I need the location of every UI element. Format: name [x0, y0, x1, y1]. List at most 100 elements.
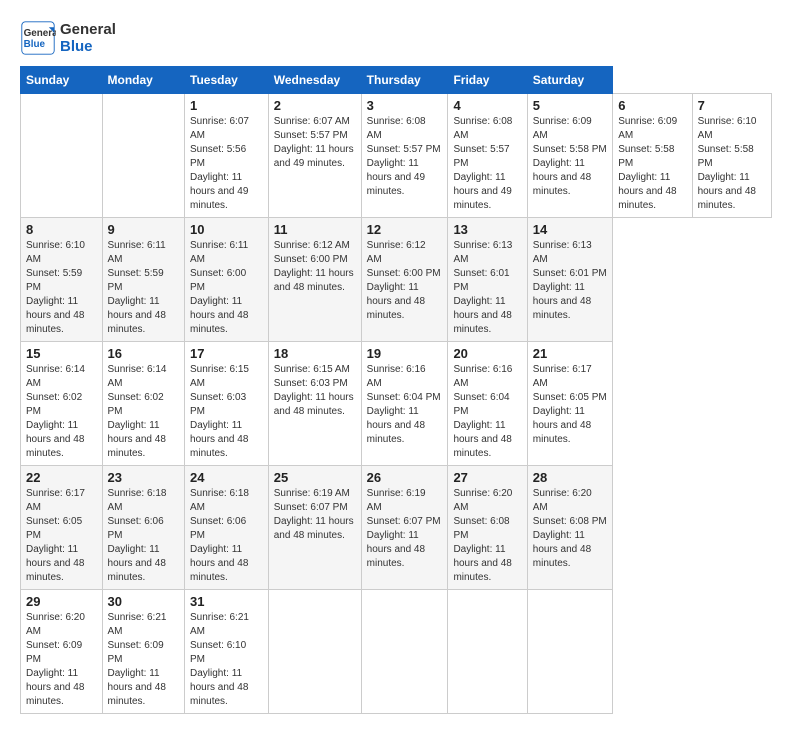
day-number: 6	[618, 98, 686, 113]
calendar-week-row: 22 Sunrise: 6:17 AMSunset: 6:05 PMDaylig…	[21, 466, 772, 590]
calendar-week-row: 15 Sunrise: 6:14 AMSunset: 6:02 PMDaylig…	[21, 342, 772, 466]
day-info: Sunrise: 6:18 AMSunset: 6:06 PMDaylight:…	[190, 488, 249, 583]
day-number: 15	[26, 346, 97, 361]
calendar-day-cell: 18 Sunrise: 6:15 AMSunset: 6:03 PMDaylig…	[268, 342, 361, 466]
day-info: Sunrise: 6:10 AMSunset: 5:59 PMDaylight:…	[26, 240, 85, 335]
calendar-day-cell: 13 Sunrise: 6:13 AMSunset: 6:01 PMDaylig…	[448, 218, 527, 342]
day-number: 26	[367, 470, 443, 485]
calendar-day-cell: 27 Sunrise: 6:20 AMSunset: 6:08 PMDaylig…	[448, 466, 527, 590]
calendar-day-cell: 2 Sunrise: 6:07 AMSunset: 5:57 PMDayligh…	[268, 94, 361, 218]
day-number: 5	[533, 98, 607, 113]
svg-text:Blue: Blue	[24, 39, 46, 50]
day-info: Sunrise: 6:12 AMSunset: 6:00 PMDaylight:…	[367, 240, 441, 321]
calendar-day-cell: 20 Sunrise: 6:16 AMSunset: 6:04 PMDaylig…	[448, 342, 527, 466]
day-info: Sunrise: 6:13 AMSunset: 6:01 PMDaylight:…	[533, 240, 607, 321]
calendar-header-monday: Monday	[102, 67, 185, 94]
calendar-day-cell: 3 Sunrise: 6:08 AMSunset: 5:57 PMDayligh…	[361, 94, 448, 218]
day-info: Sunrise: 6:16 AMSunset: 6:04 PMDaylight:…	[367, 364, 441, 445]
calendar-day-cell: 17 Sunrise: 6:15 AMSunset: 6:03 PMDaylig…	[185, 342, 269, 466]
day-number: 28	[533, 470, 607, 485]
day-info: Sunrise: 6:20 AMSunset: 6:08 PMDaylight:…	[533, 488, 607, 569]
day-number: 9	[108, 222, 180, 237]
calendar-body: 1 Sunrise: 6:07 AMSunset: 5:56 PMDayligh…	[21, 94, 772, 714]
calendar-day-cell: 19 Sunrise: 6:16 AMSunset: 6:04 PMDaylig…	[361, 342, 448, 466]
calendar-day-cell: 25 Sunrise: 6:19 AMSunset: 6:07 PMDaylig…	[268, 466, 361, 590]
calendar-header-row: SundayMondayTuesdayWednesdayThursdayFrid…	[21, 67, 772, 94]
day-info: Sunrise: 6:19 AMSunset: 6:07 PMDaylight:…	[274, 488, 354, 541]
calendar-day-cell: 16 Sunrise: 6:14 AMSunset: 6:02 PMDaylig…	[102, 342, 185, 466]
calendar-day-cell: 7 Sunrise: 6:10 AMSunset: 5:58 PMDayligh…	[692, 94, 771, 218]
calendar-week-row: 1 Sunrise: 6:07 AMSunset: 5:56 PMDayligh…	[21, 94, 772, 218]
calendar-day-cell: 15 Sunrise: 6:14 AMSunset: 6:02 PMDaylig…	[21, 342, 103, 466]
calendar-day-cell: 9 Sunrise: 6:11 AMSunset: 5:59 PMDayligh…	[102, 218, 185, 342]
day-number: 1	[190, 98, 263, 113]
day-number: 7	[698, 98, 766, 113]
day-info: Sunrise: 6:09 AMSunset: 5:58 PMDaylight:…	[533, 116, 607, 197]
calendar-day-cell: 4 Sunrise: 6:08 AMSunset: 5:57 PMDayligh…	[448, 94, 527, 218]
day-number: 25	[274, 470, 356, 485]
calendar-header-tuesday: Tuesday	[185, 67, 269, 94]
calendar-day-cell: 28 Sunrise: 6:20 AMSunset: 6:08 PMDaylig…	[527, 466, 612, 590]
day-info: Sunrise: 6:08 AMSunset: 5:57 PMDaylight:…	[367, 116, 441, 197]
calendar-day-cell: 31 Sunrise: 6:21 AMSunset: 6:10 PMDaylig…	[185, 590, 269, 714]
day-info: Sunrise: 6:20 AMSunset: 6:09 PMDaylight:…	[26, 612, 85, 707]
page-header: General Blue General Blue	[20, 20, 772, 56]
day-number: 22	[26, 470, 97, 485]
calendar-week-row: 8 Sunrise: 6:10 AMSunset: 5:59 PMDayligh…	[21, 218, 772, 342]
day-info: Sunrise: 6:20 AMSunset: 6:08 PMDaylight:…	[453, 488, 512, 583]
day-number: 10	[190, 222, 263, 237]
day-number: 13	[453, 222, 521, 237]
empty-cell	[21, 94, 103, 218]
empty-cell	[361, 590, 448, 714]
calendar-day-cell: 23 Sunrise: 6:18 AMSunset: 6:06 PMDaylig…	[102, 466, 185, 590]
day-info: Sunrise: 6:15 AMSunset: 6:03 PMDaylight:…	[190, 364, 249, 459]
day-number: 23	[108, 470, 180, 485]
day-number: 17	[190, 346, 263, 361]
day-number: 2	[274, 98, 356, 113]
day-number: 3	[367, 98, 443, 113]
calendar-header-wednesday: Wednesday	[268, 67, 361, 94]
calendar-day-cell: 22 Sunrise: 6:17 AMSunset: 6:05 PMDaylig…	[21, 466, 103, 590]
day-info: Sunrise: 6:21 AMSunset: 6:10 PMDaylight:…	[190, 612, 249, 707]
day-info: Sunrise: 6:11 AMSunset: 6:00 PMDaylight:…	[190, 240, 248, 335]
calendar-day-cell: 11 Sunrise: 6:12 AMSunset: 6:00 PMDaylig…	[268, 218, 361, 342]
day-number: 29	[26, 594, 97, 609]
calendar-day-cell: 21 Sunrise: 6:17 AMSunset: 6:05 PMDaylig…	[527, 342, 612, 466]
day-info: Sunrise: 6:17 AMSunset: 6:05 PMDaylight:…	[533, 364, 607, 445]
day-info: Sunrise: 6:18 AMSunset: 6:06 PMDaylight:…	[108, 488, 167, 583]
calendar-day-cell: 8 Sunrise: 6:10 AMSunset: 5:59 PMDayligh…	[21, 218, 103, 342]
day-number: 31	[190, 594, 263, 609]
day-info: Sunrise: 6:16 AMSunset: 6:04 PMDaylight:…	[453, 364, 512, 459]
calendar-day-cell: 30 Sunrise: 6:21 AMSunset: 6:09 PMDaylig…	[102, 590, 185, 714]
day-number: 11	[274, 222, 356, 237]
svg-text:General: General	[24, 28, 56, 39]
day-info: Sunrise: 6:14 AMSunset: 6:02 PMDaylight:…	[108, 364, 167, 459]
calendar-header-saturday: Saturday	[527, 67, 612, 94]
calendar-day-cell: 29 Sunrise: 6:20 AMSunset: 6:09 PMDaylig…	[21, 590, 103, 714]
day-number: 19	[367, 346, 443, 361]
calendar-day-cell: 5 Sunrise: 6:09 AMSunset: 5:58 PMDayligh…	[527, 94, 612, 218]
day-info: Sunrise: 6:21 AMSunset: 6:09 PMDaylight:…	[108, 612, 167, 707]
day-number: 30	[108, 594, 180, 609]
day-info: Sunrise: 6:17 AMSunset: 6:05 PMDaylight:…	[26, 488, 85, 583]
day-number: 18	[274, 346, 356, 361]
day-info: Sunrise: 6:13 AMSunset: 6:01 PMDaylight:…	[453, 240, 512, 335]
logo-text: General Blue	[60, 21, 116, 55]
day-number: 27	[453, 470, 521, 485]
day-number: 4	[453, 98, 521, 113]
day-info: Sunrise: 6:07 AMSunset: 5:57 PMDaylight:…	[274, 116, 354, 169]
day-info: Sunrise: 6:19 AMSunset: 6:07 PMDaylight:…	[367, 488, 441, 569]
day-number: 14	[533, 222, 607, 237]
day-info: Sunrise: 6:08 AMSunset: 5:57 PMDaylight:…	[453, 116, 512, 211]
day-info: Sunrise: 6:07 AMSunset: 5:56 PMDaylight:…	[190, 116, 249, 211]
day-info: Sunrise: 6:12 AMSunset: 6:00 PMDaylight:…	[274, 240, 354, 293]
calendar-week-row: 29 Sunrise: 6:20 AMSunset: 6:09 PMDaylig…	[21, 590, 772, 714]
day-info: Sunrise: 6:10 AMSunset: 5:58 PMDaylight:…	[698, 116, 757, 211]
calendar-day-cell: 1 Sunrise: 6:07 AMSunset: 5:56 PMDayligh…	[185, 94, 269, 218]
calendar-day-cell: 14 Sunrise: 6:13 AMSunset: 6:01 PMDaylig…	[527, 218, 612, 342]
day-number: 12	[367, 222, 443, 237]
calendar-day-cell: 10 Sunrise: 6:11 AMSunset: 6:00 PMDaylig…	[185, 218, 269, 342]
day-number: 21	[533, 346, 607, 361]
day-info: Sunrise: 6:14 AMSunset: 6:02 PMDaylight:…	[26, 364, 85, 459]
calendar-header-friday: Friday	[448, 67, 527, 94]
